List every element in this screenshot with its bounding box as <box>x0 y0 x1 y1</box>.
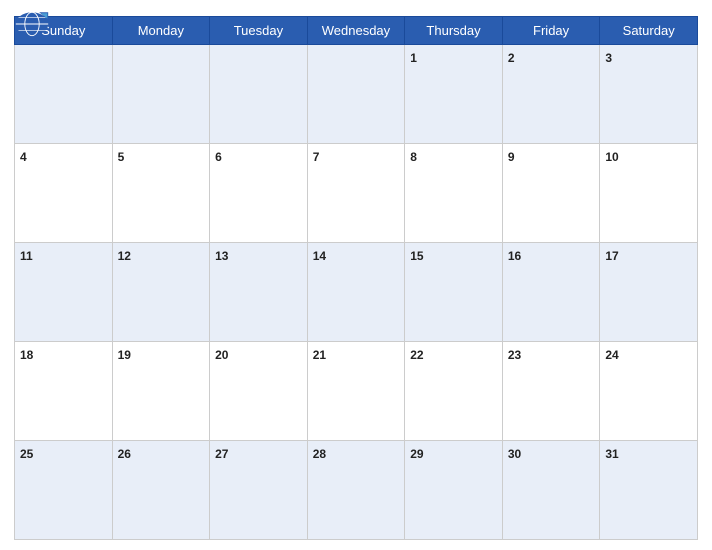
day-number: 28 <box>313 447 326 461</box>
day-number: 12 <box>118 249 131 263</box>
calendar-cell: 25 <box>15 441 113 540</box>
day-number: 10 <box>605 150 618 164</box>
calendar-table: SundayMondayTuesdayWednesdayThursdayFrid… <box>14 16 698 540</box>
day-header-tuesday: Tuesday <box>210 17 308 45</box>
calendar-cell: 15 <box>405 243 503 342</box>
calendar-cell: 31 <box>600 441 698 540</box>
day-number: 1 <box>410 51 417 65</box>
day-number: 18 <box>20 348 33 362</box>
calendar-cell: 28 <box>307 441 405 540</box>
day-number: 29 <box>410 447 423 461</box>
calendar-cell <box>307 45 405 144</box>
calendar-cell: 14 <box>307 243 405 342</box>
calendar-cell: 23 <box>502 342 600 441</box>
day-number: 11 <box>20 249 33 263</box>
day-number: 15 <box>410 249 423 263</box>
calendar-cell <box>15 45 113 144</box>
week-row-1: 4 5 6 7 8 9 10 <box>15 144 698 243</box>
calendar-cell: 24 <box>600 342 698 441</box>
week-row-3: 18 19 20 21 22 23 24 <box>15 342 698 441</box>
day-number: 4 <box>20 150 27 164</box>
day-number: 22 <box>410 348 423 362</box>
day-number: 14 <box>313 249 326 263</box>
calendar-cell: 16 <box>502 243 600 342</box>
week-row-4: 25 26 27 28 29 30 31 <box>15 441 698 540</box>
week-row-2: 11 12 13 14 15 16 17 <box>15 243 698 342</box>
calendar-cell: 7 <box>307 144 405 243</box>
day-number: 21 <box>313 348 326 362</box>
calendar-cell: 8 <box>405 144 503 243</box>
calendar-cell: 21 <box>307 342 405 441</box>
day-number: 13 <box>215 249 228 263</box>
calendar-cell: 6 <box>210 144 308 243</box>
calendar-cell: 20 <box>210 342 308 441</box>
day-number: 7 <box>313 150 320 164</box>
days-header-row: SundayMondayTuesdayWednesdayThursdayFrid… <box>15 17 698 45</box>
day-header-saturday: Saturday <box>600 17 698 45</box>
day-number: 20 <box>215 348 228 362</box>
calendar-cell: 13 <box>210 243 308 342</box>
calendar-cell: 3 <box>600 45 698 144</box>
calendar-cell <box>210 45 308 144</box>
day-number: 31 <box>605 447 618 461</box>
logo-icon <box>14 10 50 38</box>
calendar-cell: 5 <box>112 144 210 243</box>
calendar-cell: 9 <box>502 144 600 243</box>
day-number: 3 <box>605 51 612 65</box>
day-number: 25 <box>20 447 33 461</box>
day-header-thursday: Thursday <box>405 17 503 45</box>
calendar-wrapper: SundayMondayTuesdayWednesdayThursdayFrid… <box>0 0 712 550</box>
day-number: 24 <box>605 348 618 362</box>
calendar-cell: 30 <box>502 441 600 540</box>
day-header-friday: Friday <box>502 17 600 45</box>
calendar-cell: 27 <box>210 441 308 540</box>
day-number: 9 <box>508 150 515 164</box>
calendar-cell: 10 <box>600 144 698 243</box>
day-number: 16 <box>508 249 521 263</box>
calendar-cell: 17 <box>600 243 698 342</box>
calendar-cell: 12 <box>112 243 210 342</box>
day-header-wednesday: Wednesday <box>307 17 405 45</box>
day-number: 5 <box>118 150 125 164</box>
calendar-cell: 2 <box>502 45 600 144</box>
day-number: 6 <box>215 150 222 164</box>
calendar-cell: 26 <box>112 441 210 540</box>
calendar-cell: 4 <box>15 144 113 243</box>
day-number: 27 <box>215 447 228 461</box>
calendar-cell: 29 <box>405 441 503 540</box>
day-number: 23 <box>508 348 521 362</box>
day-number: 30 <box>508 447 521 461</box>
calendar-cell: 11 <box>15 243 113 342</box>
calendar-cell: 18 <box>15 342 113 441</box>
day-number: 8 <box>410 150 417 164</box>
calendar-cell: 19 <box>112 342 210 441</box>
calendar-cell: 22 <box>405 342 503 441</box>
logo <box>14 10 50 39</box>
day-number: 17 <box>605 249 618 263</box>
calendar-cell: 1 <box>405 45 503 144</box>
week-row-0: 1 2 3 <box>15 45 698 144</box>
day-number: 19 <box>118 348 131 362</box>
day-number: 26 <box>118 447 131 461</box>
calendar-cell <box>112 45 210 144</box>
day-number: 2 <box>508 51 515 65</box>
day-header-monday: Monday <box>112 17 210 45</box>
